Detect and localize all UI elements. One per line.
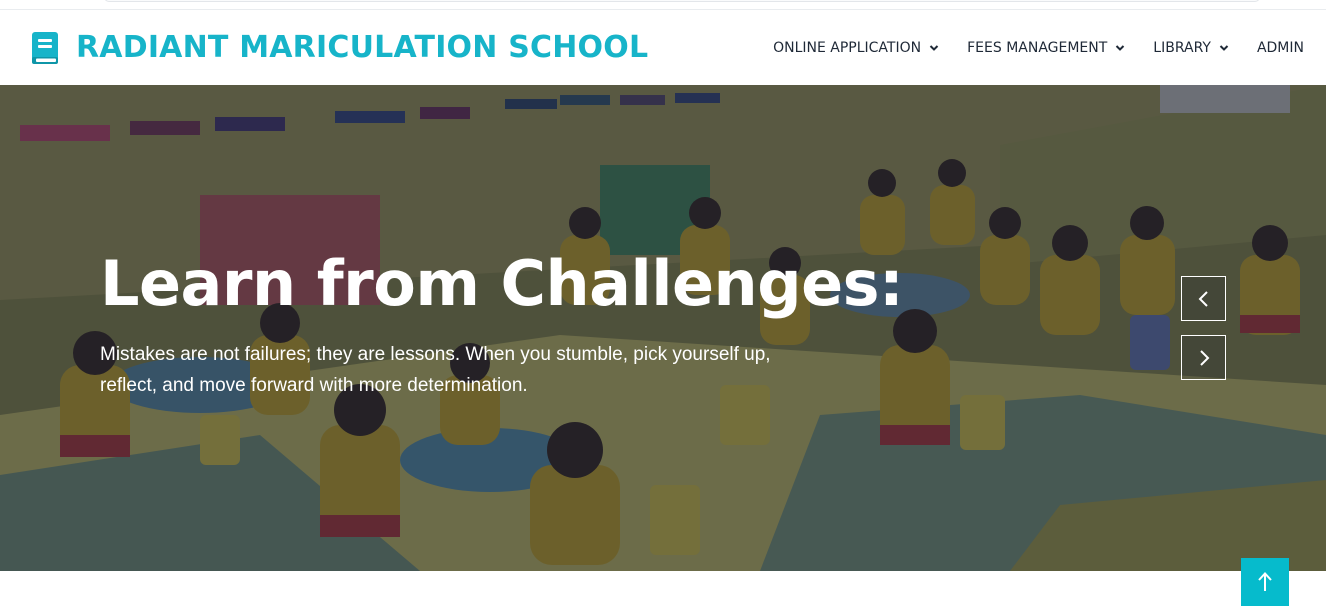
nav-item-label: ADMIN bbox=[1256, 39, 1304, 56]
nav-item-label: LIBRARY bbox=[1153, 39, 1211, 56]
main-nav: ONLINE APPLICATION FEES MANAGEMENT LIBRA… bbox=[773, 40, 1304, 56]
brand-name: RADIANT MARICULATION SCHOOL bbox=[76, 30, 649, 65]
carousel-prev-button[interactable] bbox=[1181, 276, 1226, 321]
hero-title: Learn from Challenges: bbox=[100, 247, 904, 320]
chevron-down-icon bbox=[1116, 44, 1125, 51]
book-icon bbox=[32, 31, 58, 64]
hero-text: Mistakes are not failures; they are less… bbox=[100, 344, 771, 396]
hero-carousel: Learn from Challenges: Mistakes are not … bbox=[0, 85, 1326, 571]
chevron-down-icon bbox=[929, 44, 939, 51]
nav-item-online-application[interactable]: ONLINE APPLICATION bbox=[773, 40, 939, 56]
navbar: RADIANT MARICULATION SCHOOL ONLINE APPLI… bbox=[0, 10, 1326, 85]
nav-item-admin[interactable]: ADMIN bbox=[1257, 40, 1304, 56]
carousel-next-button[interactable] bbox=[1181, 335, 1226, 380]
nav-item-library[interactable]: LIBRARY bbox=[1153, 40, 1229, 56]
arrow-up-icon bbox=[1258, 572, 1272, 591]
nav-item-label: ONLINE APPLICATION bbox=[773, 39, 922, 56]
chevron-left-icon bbox=[1198, 290, 1208, 307]
top-strip bbox=[0, 0, 1326, 10]
nav-item-label: FEES MANAGEMENT bbox=[967, 39, 1108, 56]
hero-content: Learn from Challenges: Mistakes are not … bbox=[100, 247, 904, 401]
nav-item-fees-management[interactable]: FEES MANAGEMENT bbox=[967, 40, 1125, 56]
brand-logo[interactable]: RADIANT MARICULATION SCHOOL bbox=[30, 30, 648, 65]
scrolled-topbar-remnant bbox=[104, 0, 1260, 2]
back-to-top-button[interactable] bbox=[1241, 558, 1289, 606]
chevron-right-icon bbox=[1199, 349, 1209, 366]
chevron-down-icon bbox=[1219, 44, 1229, 51]
